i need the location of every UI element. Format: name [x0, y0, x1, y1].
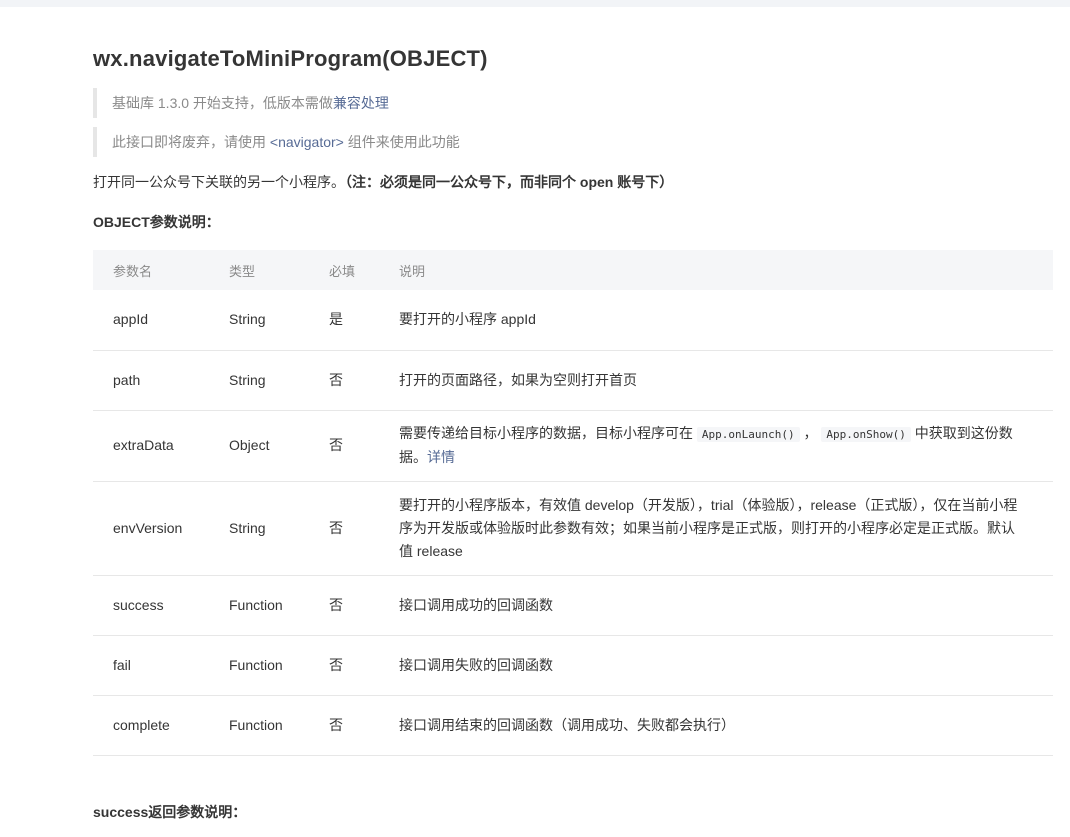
param-desc: 要打开的小程序版本，有效值 develop（开发版），trial（体验版），re…: [399, 481, 1053, 576]
version-note-text: 基础库 1.3.0 开始支持，低版本需做: [112, 95, 333, 111]
param-required: 否: [329, 350, 399, 411]
table-row: path String 否 打开的页面路径，如果为空则打开首页: [93, 350, 1053, 411]
param-type: Object: [229, 410, 329, 482]
deprecation-note: 此接口即将废弃，请使用 <navigator> 组件来使用此功能: [93, 127, 1053, 157]
header-required: 必填: [329, 250, 399, 290]
compat-link[interactable]: 兼容处理: [333, 95, 389, 111]
params-table: 参数名 类型 必填 说明 appId String 是 要打开的小程序 appI…: [93, 250, 1053, 756]
param-desc: 需要传递给目标小程序的数据，目标小程序可在 App.onLaunch() ， A…: [399, 410, 1053, 482]
description-text: 打开同一公众号下关联的另一个小程序。: [93, 174, 345, 190]
extra-desc-prefix: 需要传递给目标小程序的数据，目标小程序可在: [399, 425, 697, 441]
param-required: 否: [329, 481, 399, 576]
deprecation-text: 此接口即将废弃，请使用: [112, 134, 270, 150]
param-required: 否: [329, 635, 399, 696]
version-note: 基础库 1.3.0 开始支持，低版本需做兼容处理: [93, 88, 1053, 118]
param-required: 否: [329, 575, 399, 636]
table-row: extraData Object 否 需要传递给目标小程序的数据，目标小程序可在…: [93, 410, 1053, 482]
param-name: complete: [93, 695, 229, 756]
param-type: String: [229, 290, 329, 351]
deprecation-suffix: 组件来使用此功能: [343, 134, 460, 150]
object-params-title: OBJECT参数说明：: [93, 214, 220, 230]
table-row: fail Function 否 接口调用失败的回调函数: [93, 635, 1053, 696]
page-title: wx.navigateToMiniProgram(OBJECT): [93, 46, 488, 71]
extra-desc-sep: ，: [799, 425, 822, 441]
table-header-row: 参数名 类型 必填 说明: [93, 250, 1053, 290]
param-desc: 接口调用成功的回调函数: [399, 575, 1053, 636]
param-type: String: [229, 481, 329, 576]
param-required: 否: [329, 410, 399, 482]
table-row: complete Function 否 接口调用结束的回调函数（调用成功、失败都…: [93, 695, 1053, 756]
param-name: path: [93, 350, 229, 411]
param-type: Function: [229, 635, 329, 696]
header-type: 类型: [229, 250, 329, 290]
navigator-tag: <navigator>: [269, 134, 344, 150]
code-onlaunch: App.onLaunch(): [696, 427, 800, 442]
param-type: Function: [229, 575, 329, 636]
top-strip: [0, 0, 1070, 7]
success-params-title: success返回参数说明：: [93, 804, 247, 820]
param-name: appId: [93, 290, 229, 351]
api-description: 打开同一公众号下关联的另一个小程序。（注：必须是同一公众号下，而非同个 open…: [93, 172, 673, 192]
header-name: 参数名: [93, 250, 229, 290]
param-name: envVersion: [93, 481, 229, 576]
param-name: success: [93, 575, 229, 636]
description-note: （注：必须是同一公众号下，而非同个 open 账号下）: [345, 174, 674, 190]
param-type: Function: [229, 695, 329, 756]
header-desc: 说明: [399, 250, 1053, 290]
details-link[interactable]: 详情: [427, 449, 455, 465]
param-desc: 要打开的小程序 appId: [399, 290, 1053, 351]
param-desc: 接口调用结束的回调函数（调用成功、失败都会执行）: [399, 695, 1053, 756]
param-name: fail: [93, 635, 229, 696]
code-onshow: App.onShow(): [821, 427, 911, 442]
table-row: success Function 否 接口调用成功的回调函数: [93, 575, 1053, 636]
table-row: appId String 是 要打开的小程序 appId: [93, 290, 1053, 351]
param-required: 是: [329, 290, 399, 351]
param-type: String: [229, 350, 329, 411]
param-name: extraData: [93, 410, 229, 482]
param-desc: 接口调用失败的回调函数: [399, 635, 1053, 696]
table-row: envVersion String 否 要打开的小程序版本，有效值 develo…: [93, 481, 1053, 576]
param-desc: 打开的页面路径，如果为空则打开首页: [399, 350, 1053, 411]
param-required: 否: [329, 695, 399, 756]
